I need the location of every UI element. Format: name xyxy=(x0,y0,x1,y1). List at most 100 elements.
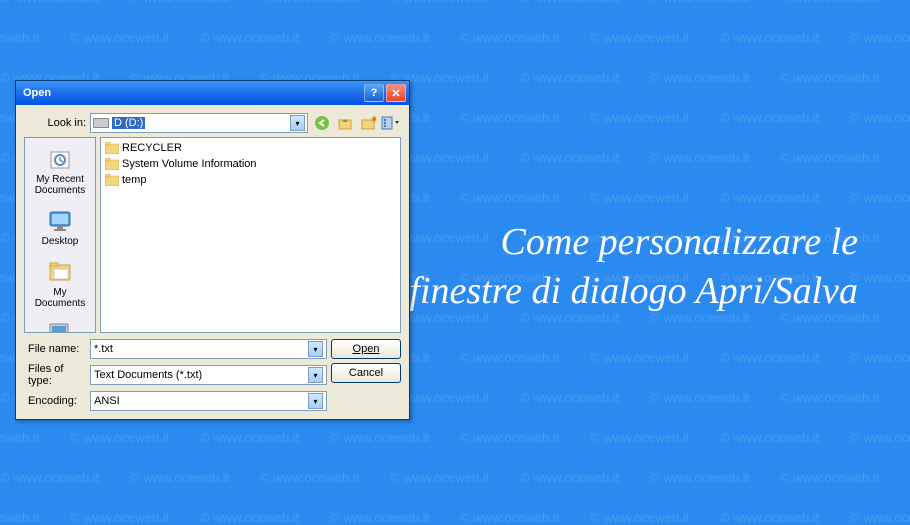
desktop-icon xyxy=(45,206,75,236)
file-name: temp xyxy=(122,174,146,186)
watermark-text: © www.oceweb.it xyxy=(650,390,749,405)
drive-icon xyxy=(93,118,109,128)
watermark-text: © www.oceweb.it xyxy=(200,430,299,445)
watermark-text: © www.oceweb.it xyxy=(460,110,559,125)
watermark-text: © www.oceweb.it xyxy=(720,430,819,445)
watermark-text: © www.oceweb.it xyxy=(70,510,169,525)
watermark-text: © www.oceweb.it xyxy=(130,470,229,485)
watermark-text: © www.oceweb.it xyxy=(850,350,910,365)
watermark-text: © www.oceweb.it xyxy=(330,510,429,525)
place-recent[interactable]: My Recent Documents xyxy=(25,142,95,198)
watermark-text: © www.oceweb.it xyxy=(0,0,99,5)
folder-icon xyxy=(105,142,119,154)
folder-icon xyxy=(105,158,119,170)
watermark-text: © www.oceweb.it xyxy=(850,30,910,45)
view-menu-icon[interactable] xyxy=(381,113,401,133)
watermark-text: © www.oceweb.it xyxy=(70,430,169,445)
watermark-text: © www.oceweb.it xyxy=(0,30,39,45)
watermark-text: © www.oceweb.it xyxy=(850,110,910,125)
place-documents[interactable]: My Documents xyxy=(25,255,95,311)
watermark-text: © www.oceweb.it xyxy=(200,510,299,525)
watermark-text: © www.oceweb.it xyxy=(520,70,619,85)
watermark-text: © www.oceweb.it xyxy=(0,470,99,485)
watermark-text: © www.oceweb.it xyxy=(850,190,910,205)
file-name: RECYCLER xyxy=(122,142,182,154)
watermark-text: © www.oceweb.it xyxy=(780,150,879,165)
list-item[interactable]: temp xyxy=(103,172,398,188)
chevron-down-icon[interactable]: ▾ xyxy=(308,393,323,409)
watermark-text: © www.oceweb.it xyxy=(460,350,559,365)
watermark-text: © www.oceweb.it xyxy=(520,470,619,485)
watermark-text: © www.oceweb.it xyxy=(590,430,689,445)
places-bar: My Recent Documents Desktop My Documents… xyxy=(24,137,96,333)
watermark-text: © www.oceweb.it xyxy=(330,430,429,445)
watermark-text: © www.oceweb.it xyxy=(720,110,819,125)
watermark-text: © www.oceweb.it xyxy=(650,70,749,85)
file-list[interactable]: RECYCLER System Volume Information temp xyxy=(100,137,401,333)
lookin-dropdown[interactable]: D (D:) ▾ xyxy=(90,113,308,133)
watermark-text: © www.oceweb.it xyxy=(590,510,689,525)
place-label: My Documents xyxy=(27,287,93,309)
place-desktop[interactable]: Desktop xyxy=(25,204,95,249)
chevron-down-icon[interactable]: ▾ xyxy=(290,115,305,131)
watermark-text: © www.oceweb.it xyxy=(720,350,819,365)
open-button[interactable]: Open xyxy=(331,339,401,359)
watermark-text: © www.oceweb.it xyxy=(390,470,489,485)
cancel-button[interactable]: Cancel xyxy=(331,363,401,383)
watermark-text: © www.oceweb.it xyxy=(780,70,879,85)
watermark-text: © www.oceweb.it xyxy=(850,270,910,285)
watermark-text: © www.oceweb.it xyxy=(460,190,559,205)
watermark-text: © www.oceweb.it xyxy=(650,150,749,165)
watermark-text: © www.oceweb.it xyxy=(590,30,689,45)
new-folder-icon[interactable]: ✱ xyxy=(358,113,378,133)
file-name: System Volume Information xyxy=(122,158,257,170)
watermark-text: © www.oceweb.it xyxy=(460,510,559,525)
watermark-text: © www.oceweb.it xyxy=(720,190,819,205)
watermark-text: © www.oceweb.it xyxy=(260,470,359,485)
watermark-text: © www.oceweb.it xyxy=(200,30,299,45)
place-computer[interactable]: My Computer xyxy=(25,317,95,333)
watermark-text: © www.oceweb.it xyxy=(780,0,879,5)
computer-icon xyxy=(45,319,75,333)
back-icon[interactable] xyxy=(312,113,332,133)
watermark-text: © www.oceweb.it xyxy=(590,350,689,365)
filetype-dropdown[interactable]: Text Documents (*.txt)▾ xyxy=(90,365,327,385)
watermark-text: © www.oceweb.it xyxy=(460,430,559,445)
watermark-text: © www.oceweb.it xyxy=(720,510,819,525)
headline-text: Come personalizzare lefinestre di dialog… xyxy=(409,218,858,317)
close-button[interactable]: ✕ xyxy=(386,84,406,102)
watermark-text: © www.oceweb.it xyxy=(130,0,229,5)
documents-icon xyxy=(45,257,75,287)
watermark-text: © www.oceweb.it xyxy=(0,430,39,445)
svg-text:✱: ✱ xyxy=(371,115,376,124)
up-folder-icon[interactable] xyxy=(335,113,355,133)
encoding-dropdown[interactable]: ANSI▾ xyxy=(90,391,327,411)
watermark-text: © www.oceweb.it xyxy=(650,470,749,485)
lookin-value: D (D:) xyxy=(112,117,145,129)
help-button[interactable]: ? xyxy=(364,84,384,102)
place-label: Desktop xyxy=(42,236,79,247)
watermark-text: © www.oceweb.it xyxy=(780,390,879,405)
watermark-text: © www.oceweb.it xyxy=(850,430,910,445)
watermark-text: © www.oceweb.it xyxy=(330,30,429,45)
watermark-text: © www.oceweb.it xyxy=(260,0,359,5)
dialog-title: Open xyxy=(19,87,362,99)
filename-label: File name: xyxy=(24,343,86,355)
watermark-text: © www.oceweb.it xyxy=(780,470,879,485)
watermark-text: © www.oceweb.it xyxy=(390,0,489,5)
watermark-text: © www.oceweb.it xyxy=(70,30,169,45)
watermark-text: © www.oceweb.it xyxy=(650,0,749,5)
chevron-down-icon[interactable]: ▾ xyxy=(308,367,323,383)
lookin-label: Look in: xyxy=(24,117,86,129)
chevron-down-icon[interactable]: ▾ xyxy=(308,341,323,357)
list-item[interactable]: RECYCLER xyxy=(103,140,398,156)
filename-input[interactable]: *.txt▾ xyxy=(90,339,327,359)
list-item[interactable]: System Volume Information xyxy=(103,156,398,172)
titlebar[interactable]: Open ? ✕ xyxy=(16,81,409,105)
place-label: My Recent Documents xyxy=(27,174,93,196)
encoding-label: Encoding: xyxy=(24,395,86,407)
open-dialog: Open ? ✕ Look in: D (D:) ▾ ✱ My Recent D xyxy=(15,80,410,420)
filetype-label: Files of type: xyxy=(24,363,86,387)
watermark-text: © www.oceweb.it xyxy=(520,150,619,165)
watermark-text: © www.oceweb.it xyxy=(520,0,619,5)
